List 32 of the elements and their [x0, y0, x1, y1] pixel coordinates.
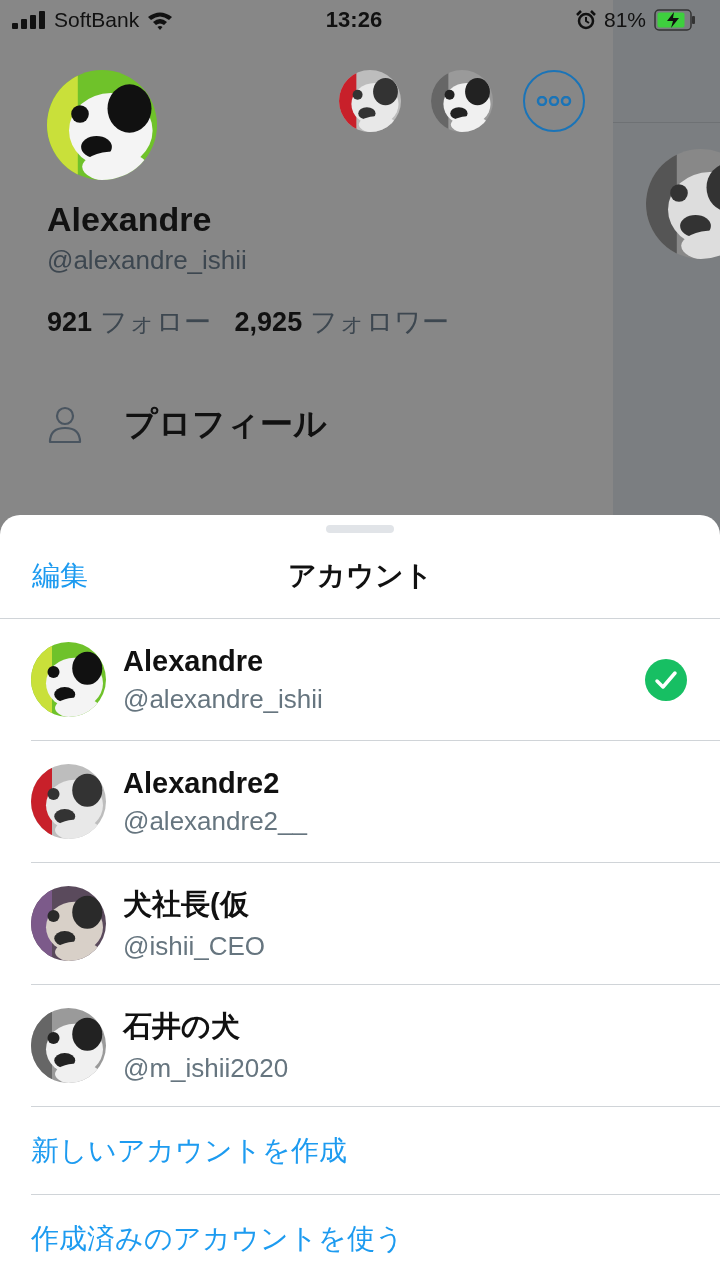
account-name: Alexandre2	[123, 766, 281, 800]
person-icon	[48, 405, 82, 444]
account-row[interactable]: 犬社長(仮 @ishii_CEO	[31, 863, 720, 985]
sheet-handle[interactable]	[326, 525, 394, 533]
profile-name: Alexandre	[47, 200, 213, 239]
battery-icon	[654, 9, 696, 31]
account-name: Alexandre	[123, 644, 265, 678]
clock-time: 13:26	[325, 7, 383, 33]
account-row[interactable]: Alexandre2 @alexandre2__	[31, 741, 720, 863]
alarm-icon	[575, 10, 596, 30]
more-button[interactable]	[523, 70, 585, 132]
menu-item[interactable]: プロフィール	[124, 402, 327, 447]
account-name: 石井の犬	[123, 1009, 241, 1044]
account-row[interactable]: Alexandre @alexandre_ishii	[31, 619, 720, 741]
account-handle: @m_ishii2020	[123, 1053, 290, 1084]
profile-handle: @alexandre_ishii	[47, 245, 248, 276]
account-handle: @alexandre_ishii	[123, 683, 324, 715]
account-action-link[interactable]: 新しいアカウントを作成	[31, 1131, 347, 1170]
account-handle: @alexandre2__	[123, 805, 309, 837]
follow-stat[interactable]: 921 フォロー	[47, 304, 211, 340]
wifi-icon	[147, 10, 174, 30]
more-icon	[536, 96, 572, 106]
account-action-link[interactable]: 作成済みのアカウントを使う	[31, 1219, 404, 1258]
follow-stat[interactable]: 2,925 フォロワー	[234, 304, 449, 340]
signal-icon	[12, 11, 46, 29]
battery-percent: 81%	[603, 8, 646, 32]
edit-button[interactable]: 編集	[32, 556, 88, 595]
account-name: 犬社長(仮	[123, 887, 250, 922]
carrier-name: SoftBank	[54, 8, 140, 32]
sheet-title: アカウント	[287, 558, 433, 593]
account-row[interactable]: 石井の犬 @m_ishii2020	[31, 985, 720, 1107]
account-handle: @ishii_CEO	[123, 931, 266, 962]
